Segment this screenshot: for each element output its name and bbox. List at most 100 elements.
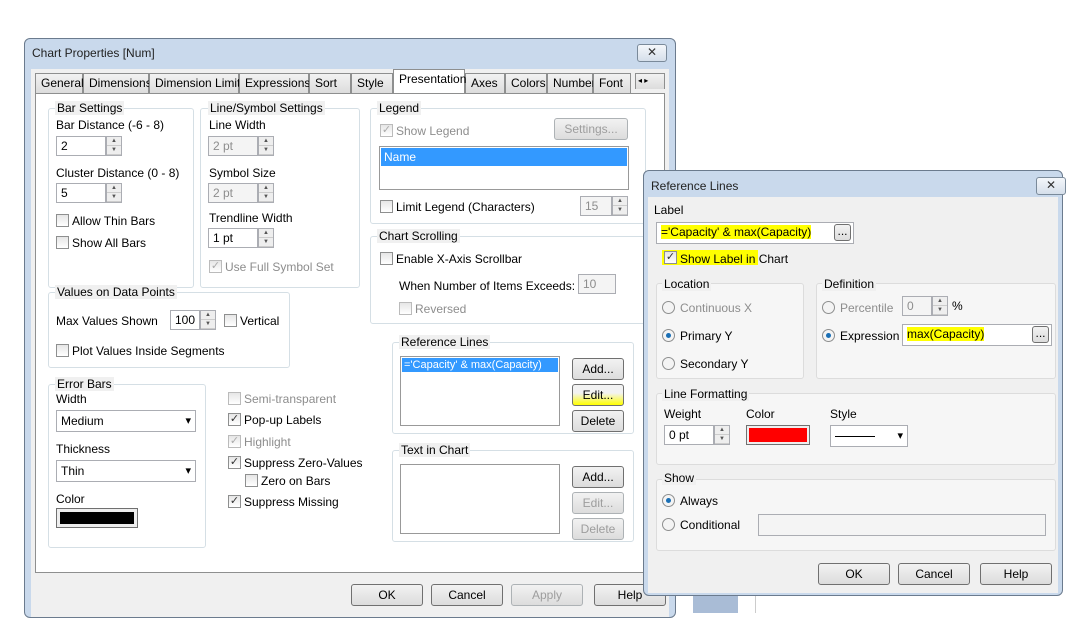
text-in-chart-list[interactable] bbox=[400, 464, 560, 534]
show-legend-label: Show Legend bbox=[396, 124, 470, 138]
conditional-input[interactable] bbox=[758, 514, 1046, 536]
enable-scrollbar-label: Enable X-Axis Scrollbar bbox=[396, 252, 523, 266]
ref-ok-button[interactable]: OK bbox=[818, 563, 890, 585]
zero-on-bars-checkbox[interactable] bbox=[245, 474, 258, 487]
ref-help-button[interactable]: Help bbox=[980, 563, 1052, 585]
label-input[interactable]: ='Capacity' & max(Capacity) bbox=[656, 222, 854, 244]
symbol-size-input[interactable]: 2 pt bbox=[208, 183, 258, 203]
tab-dimension-limits[interactable]: Dimension Limits bbox=[149, 73, 246, 93]
text-add-button[interactable]: Add... bbox=[572, 466, 624, 488]
vertical-checkbox[interactable] bbox=[224, 314, 237, 327]
legend-item[interactable]: Name bbox=[381, 148, 627, 166]
always-radio[interactable] bbox=[662, 494, 675, 507]
tab-dimensions[interactable]: Dimensions bbox=[83, 73, 152, 93]
continuous-x-radio[interactable] bbox=[662, 301, 675, 314]
percentile-input[interactable]: 0 bbox=[902, 296, 932, 316]
expression-input[interactable]: max(Capacity) bbox=[902, 324, 1052, 346]
expression-browse-button[interactable]: ... bbox=[1032, 326, 1049, 343]
cluster-distance-spinner[interactable]: ▲ ▼ bbox=[106, 183, 122, 203]
width-select[interactable]: Medium bbox=[56, 410, 196, 432]
plot-inside-label: Plot Values Inside Segments bbox=[72, 344, 225, 358]
reference-lines-list[interactable]: ='Capacity' & max(Capacity) bbox=[400, 356, 560, 426]
tab-general[interactable]: General bbox=[35, 73, 84, 93]
tab-style[interactable]: Style bbox=[351, 73, 393, 93]
ref-add-button[interactable]: Add... bbox=[572, 358, 624, 380]
trendline-width-spinner[interactable]: ▲ ▼ bbox=[258, 228, 274, 248]
max-values-spinner[interactable]: ▲ ▼ bbox=[200, 310, 216, 330]
ref-delete-button[interactable]: Delete bbox=[572, 410, 624, 432]
ref-dialog-title: Reference Lines bbox=[651, 179, 739, 193]
show-label-label: Show Label in Chart bbox=[680, 252, 789, 266]
show-all-bars-checkbox[interactable] bbox=[56, 236, 69, 249]
dialog-title: Chart Properties [Num] bbox=[32, 46, 155, 60]
suppress-missing-checkbox[interactable]: ✓ bbox=[228, 495, 241, 508]
legend-list[interactable]: Name bbox=[379, 146, 629, 190]
expression-value: max(Capacity) bbox=[907, 327, 985, 341]
reference-line-item[interactable]: ='Capacity' & max(Capacity) bbox=[402, 358, 558, 372]
percentile-radio[interactable] bbox=[822, 301, 835, 314]
line-width-input[interactable]: 2 pt bbox=[208, 136, 258, 156]
max-values-input[interactable]: 100 bbox=[170, 310, 200, 330]
apply-button[interactable]: Apply bbox=[511, 584, 583, 606]
ref-edit-button[interactable]: Edit... bbox=[572, 384, 624, 406]
limit-legend-spinner[interactable]: ▲ ▼ bbox=[612, 196, 628, 216]
allow-thin-bars-checkbox[interactable] bbox=[56, 214, 69, 227]
tab-number[interactable]: Number bbox=[547, 73, 596, 93]
text-edit-button[interactable]: Edit... bbox=[572, 492, 624, 514]
presentation-panel: Bar Settings Bar Distance (-6 - 8) 2 ▲ ▼ … bbox=[35, 93, 665, 573]
tab-expressions[interactable]: Expressions bbox=[239, 73, 310, 93]
enable-scrollbar-checkbox[interactable] bbox=[380, 252, 393, 265]
full-symbol-checkbox[interactable]: ✓ bbox=[209, 260, 222, 273]
tab-axes[interactable]: Axes bbox=[465, 73, 505, 93]
bar-distance-input[interactable]: 2 bbox=[56, 136, 106, 156]
vertical-label: Vertical bbox=[240, 314, 280, 328]
expression-radio[interactable] bbox=[822, 329, 835, 342]
weight-spinner[interactable]: ▲ ▼ bbox=[714, 425, 730, 445]
tab-font[interactable]: Font bbox=[593, 73, 631, 93]
weight-input[interactable]: 0 pt bbox=[664, 425, 714, 445]
text-delete-button[interactable]: Delete bbox=[572, 518, 624, 540]
items-exceeds-input[interactable]: 10 bbox=[578, 274, 616, 294]
cancel-button[interactable]: Cancel bbox=[431, 584, 503, 606]
line-formatting-title: Line Formatting bbox=[662, 387, 750, 401]
location-title: Location bbox=[662, 277, 712, 291]
conditional-radio[interactable] bbox=[662, 518, 675, 531]
primary-y-radio[interactable] bbox=[662, 329, 675, 342]
continuous-x-label: Continuous X bbox=[680, 301, 753, 315]
line-color-button[interactable] bbox=[746, 425, 810, 445]
legend-title: Legend bbox=[377, 101, 422, 115]
legend-settings-button[interactable]: Settings... bbox=[554, 118, 628, 140]
semi-transparent-checkbox[interactable] bbox=[228, 392, 241, 405]
line-width-spinner[interactable]: ▲ ▼ bbox=[258, 136, 274, 156]
tab-colors[interactable]: Colors bbox=[505, 73, 547, 93]
show-legend-checkbox[interactable]: ✓ bbox=[380, 124, 393, 137]
show-label-checkbox[interactable]: ✓ bbox=[664, 251, 677, 264]
suppress-zero-checkbox[interactable]: ✓ bbox=[228, 456, 241, 469]
percentile-spinner[interactable]: ▲ ▼ bbox=[932, 296, 948, 316]
bar-distance-spinner[interactable]: ▲ ▼ bbox=[106, 136, 122, 156]
symbol-size-spinner[interactable]: ▲ ▼ bbox=[258, 183, 274, 203]
zero-on-bars-label: Zero on Bars bbox=[261, 474, 331, 488]
ref-close-button[interactable]: ✕ bbox=[1036, 177, 1066, 195]
limit-legend-checkbox[interactable] bbox=[380, 200, 393, 213]
suppress-zero-label: Suppress Zero-Values bbox=[244, 456, 363, 470]
error-bar-color-button[interactable] bbox=[56, 508, 138, 528]
max-values-label: Max Values Shown bbox=[56, 314, 158, 328]
close-button[interactable]: ✕ bbox=[637, 44, 667, 62]
thickness-select[interactable]: Thin bbox=[56, 460, 196, 482]
tab-scroll-buttons[interactable]: ◂ ▸ bbox=[635, 73, 665, 89]
trendline-width-input[interactable]: 1 pt bbox=[208, 228, 258, 248]
reversed-checkbox[interactable] bbox=[399, 302, 412, 315]
limit-legend-input[interactable]: 15 bbox=[580, 196, 612, 216]
highlight-checkbox[interactable]: ✓ bbox=[228, 435, 241, 448]
secondary-y-radio[interactable] bbox=[662, 357, 675, 370]
ok-button[interactable]: OK bbox=[351, 584, 423, 606]
label-browse-button[interactable]: ... bbox=[834, 224, 851, 241]
ref-cancel-button[interactable]: Cancel bbox=[898, 563, 970, 585]
line-style-select[interactable] bbox=[830, 425, 908, 447]
tab-presentation[interactable]: Presentation bbox=[393, 69, 466, 93]
popup-labels-checkbox[interactable]: ✓ bbox=[228, 413, 241, 426]
tab-sort[interactable]: Sort bbox=[309, 73, 351, 93]
plot-inside-checkbox[interactable] bbox=[56, 344, 69, 357]
cluster-distance-input[interactable]: 5 bbox=[56, 183, 106, 203]
